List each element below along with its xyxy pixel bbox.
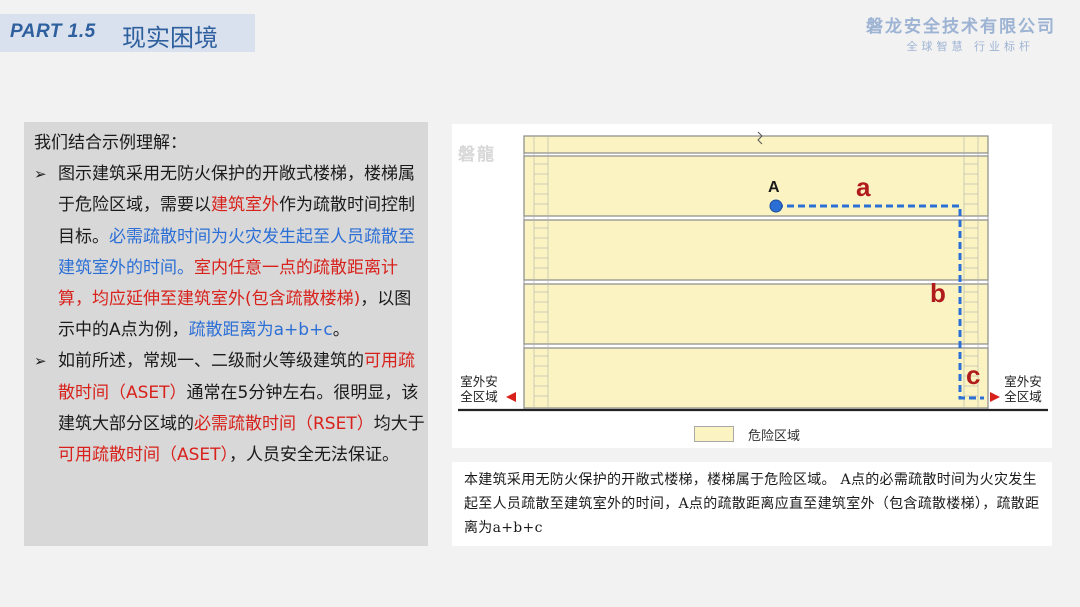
segment-c-label: c — [966, 360, 981, 390]
floor-slab-top — [523, 135, 989, 154]
bullet-arrow-icon: ➢ — [34, 352, 47, 371]
bullet2-highlight-rset: 必需疏散时间（RSET） — [194, 413, 374, 434]
building-section-drawing — [458, 131, 1048, 412]
bullet2-text-1: 如前所述，常规一、二级耐火等级建筑的 — [58, 351, 364, 372]
bullet1-text-4: 。 — [332, 320, 350, 341]
bullet-item-1: ➢ 图示建筑采用无防火保护的开敞式楼梯，楼梯属于危险区域，需要以建筑室外作为疏散… — [34, 159, 428, 346]
intro-line: 我们结合示例理解： — [34, 133, 187, 153]
watermark-logo: 磐龍 — [458, 145, 496, 165]
floor-slabs — [523, 135, 989, 409]
bullet2-text-4: ，人员安全无法保证。 — [229, 445, 400, 466]
safe-zone-left-label: 室外安全区域 — [460, 374, 498, 404]
floor-3 — [523, 283, 989, 345]
bullet1-highlight-distance: 疏散距离为a+b+c — [188, 320, 333, 341]
segment-b-label: b — [930, 278, 946, 308]
bullet2-text-3: 均大于 — [373, 413, 425, 434]
title-bar: PART 1.5 现实困境 — [0, 14, 255, 52]
left-exit-arrow-icon — [506, 392, 516, 402]
bullet2-highlight-aset-2: 可用疏散时间（ASET） — [58, 445, 230, 466]
bullet1-highlight-outdoor: 建筑室外 — [211, 195, 279, 216]
safe-zone-right-label: 室外安全区域 — [1004, 374, 1042, 404]
caption-text: 本建筑采用无防火保护的开敞式楼梯，楼梯属于危险区域。 A点的必需疏散时间为火灾发… — [464, 472, 1040, 536]
floor-4 — [523, 219, 989, 281]
caption-box: 本建筑采用无防火保护的开敞式楼梯，楼梯属于危险区域。 A点的必需疏散时间为火灾发… — [452, 462, 1052, 546]
point-a-label: A — [768, 179, 780, 196]
bullet-item-2: ➢ 如前所述，常规一、二级耐火等级建筑的可用疏散时间（ASET）通常在5分钟左右… — [34, 346, 428, 471]
bullet-arrow-icon: ➢ — [34, 165, 47, 184]
explanation-text: 我们结合示例理解： ➢ 图示建筑采用无防火保护的开敞式楼梯，楼梯属于危险区域，需… — [34, 128, 428, 471]
explanation-panel: 我们结合示例理解： ➢ 图示建筑采用无防火保护的开敞式楼梯，楼梯属于危险区域，需… — [24, 122, 428, 546]
segment-a-label: a — [856, 172, 871, 202]
part-number: PART 1.5 — [10, 21, 96, 42]
floor-5 — [523, 155, 989, 217]
company-slogan: 全球智慧 行业标杆 — [906, 40, 1034, 53]
legend-swatch — [694, 426, 734, 442]
page-title: 现实困境 — [122, 24, 218, 52]
right-exit-arrow-icon — [990, 392, 1000, 402]
evacuation-diagram: 磐龍 A a b c 室外安全区域 室外安全区域 危险区域 — [452, 124, 1052, 448]
legend-label: 危险区域 — [748, 429, 801, 444]
company-name: 磐龙安全技术有限公司 — [866, 17, 1056, 37]
point-a-marker — [769, 199, 783, 213]
floor-2 — [523, 347, 989, 409]
